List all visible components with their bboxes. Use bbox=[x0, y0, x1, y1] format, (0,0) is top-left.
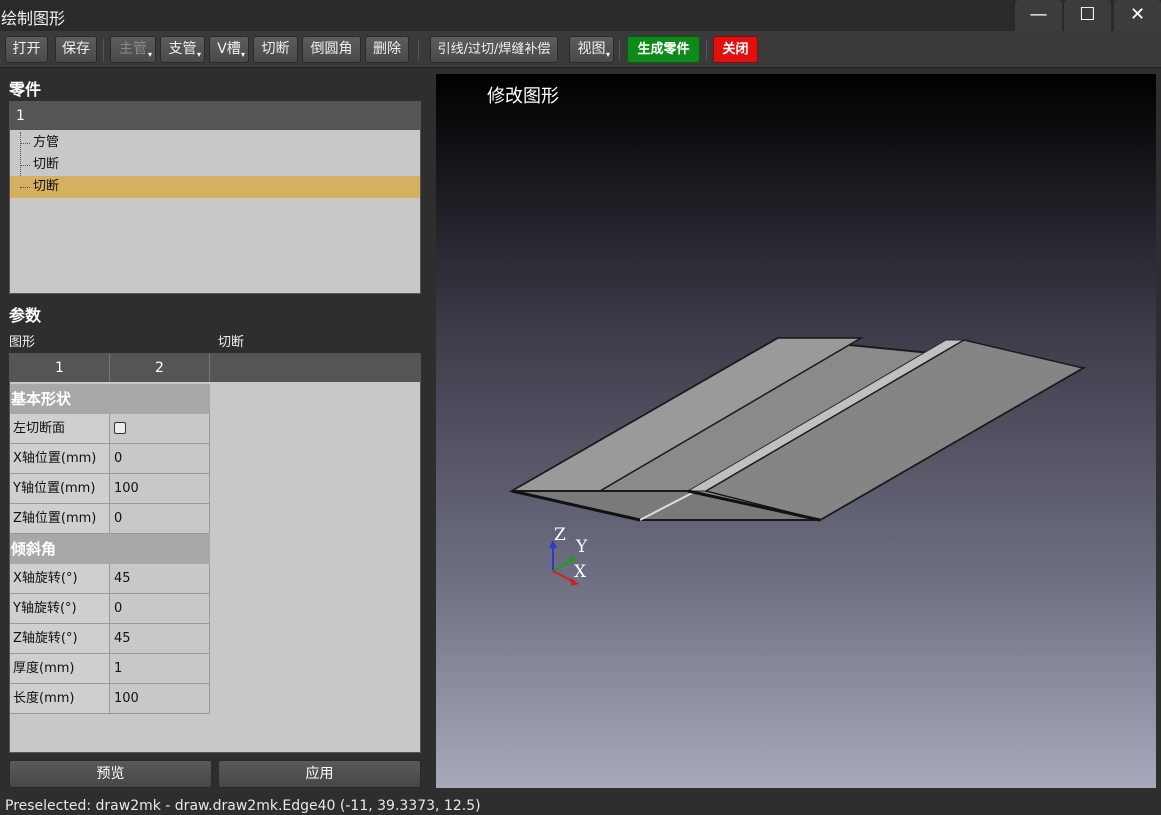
shape-value: 切断 bbox=[218, 335, 245, 350]
z-axis-label: Z bbox=[554, 525, 566, 545]
x-axis-line bbox=[552, 570, 575, 583]
param-row: 厚度(mm) 1 bbox=[10, 654, 210, 684]
close-window-button[interactable]: ✕ bbox=[1114, 0, 1161, 31]
param-key: Z轴位置(mm) bbox=[10, 504, 110, 534]
apply-button[interactable]: 应用 bbox=[218, 760, 421, 788]
toolbar-separator bbox=[103, 39, 104, 61]
param-key: Y轴旋转(°) bbox=[10, 594, 110, 624]
fillet-button[interactable]: 倒圆角 bbox=[302, 36, 361, 63]
model-canvas[interactable]: Z Y X bbox=[436, 74, 1156, 788]
tab-2[interactable]: 2 bbox=[110, 354, 210, 382]
group-tilt-angle[interactable]: 倾斜角 bbox=[10, 534, 210, 564]
param-value[interactable]: 0 bbox=[110, 444, 210, 474]
param-key: X轴旋转(°) bbox=[10, 564, 110, 594]
tab-1[interactable]: 1 bbox=[10, 354, 110, 382]
params-tabs: 1 2 bbox=[10, 354, 420, 382]
param-key: 厚度(mm) bbox=[10, 654, 110, 684]
branch-pipe-button[interactable]: 支管 ▾ bbox=[160, 36, 205, 63]
window-title: 绘制图形 bbox=[1, 9, 66, 28]
minimize-icon: — bbox=[1029, 4, 1048, 25]
param-value[interactable] bbox=[110, 414, 210, 444]
param-row: Z轴旋转(°) 45 bbox=[10, 624, 210, 654]
close-button[interactable]: 关闭 bbox=[713, 36, 758, 63]
maximize-icon: ☐ bbox=[1079, 4, 1096, 25]
param-row: X轴位置(mm) 0 bbox=[10, 444, 210, 474]
param-value[interactable]: 100 bbox=[110, 684, 210, 714]
view-button[interactable]: 视图 ▾ bbox=[569, 36, 614, 63]
generate-part-button[interactable]: 生成零件 bbox=[627, 36, 700, 63]
open-button[interactable]: 打开 bbox=[5, 36, 48, 63]
x-axis-label: X bbox=[574, 562, 587, 582]
param-row: 左切断面 bbox=[10, 414, 210, 444]
chevron-down-icon: ▾ bbox=[147, 50, 152, 59]
param-row: Z轴位置(mm) 0 bbox=[10, 504, 210, 534]
save-button[interactable]: 保存 bbox=[55, 36, 97, 63]
param-row: 长度(mm) 100 bbox=[10, 684, 210, 714]
param-key: Z轴旋转(°) bbox=[10, 624, 110, 654]
tree-item-label: 方管 bbox=[33, 135, 60, 150]
param-row: Y轴旋转(°) 0 bbox=[10, 594, 210, 624]
parts-tree: 1 方管 切断 切断 bbox=[9, 101, 421, 294]
tree-header[interactable]: 1 bbox=[10, 102, 420, 130]
tree-item-cut-2[interactable]: 切断 bbox=[10, 176, 420, 198]
param-value[interactable]: 1 bbox=[110, 654, 210, 684]
tree-item-label: 切断 bbox=[33, 179, 60, 194]
param-value[interactable]: 0 bbox=[110, 504, 210, 534]
cut-button[interactable]: 切断 bbox=[253, 36, 298, 63]
main-pipe-label: 主管 bbox=[119, 41, 147, 57]
tree-item-label: 切断 bbox=[33, 157, 60, 172]
view-label: 视图 bbox=[577, 41, 606, 57]
3d-viewport[interactable]: 修改图形 Z Y X bbox=[436, 74, 1156, 788]
chevron-down-icon: ▾ bbox=[196, 50, 201, 59]
toolbar-separator bbox=[619, 39, 620, 61]
param-key: Y轴位置(mm) bbox=[10, 474, 110, 504]
left-cut-face-checkbox[interactable] bbox=[114, 422, 126, 434]
param-row: X轴旋转(°) 45 bbox=[10, 564, 210, 594]
y-axis-label: Y bbox=[575, 537, 588, 557]
tree-item-cut-1[interactable]: 切断 bbox=[10, 154, 420, 176]
v-groove-button[interactable]: V槽 ▾ bbox=[209, 36, 249, 63]
preview-button[interactable]: 预览 bbox=[9, 760, 212, 788]
minimize-button[interactable]: — bbox=[1015, 0, 1062, 31]
maximize-button[interactable]: ☐ bbox=[1064, 0, 1111, 31]
axis-triad: Z Y X bbox=[549, 525, 588, 586]
lead-weld-compensation-button[interactable]: 引线/过切/焊缝补偿 bbox=[430, 36, 558, 63]
params-section-title: 参数 bbox=[9, 306, 42, 325]
main-pipe-button[interactable]: 主管 ▾ bbox=[110, 36, 156, 63]
branch-pipe-label: 支管 bbox=[168, 41, 197, 57]
param-row: Y轴位置(mm) 100 bbox=[10, 474, 210, 504]
toolbar-separator bbox=[418, 39, 419, 61]
title-bar: 绘制图形 — ☐ ✕ bbox=[0, 0, 1161, 31]
param-value[interactable]: 100 bbox=[110, 474, 210, 504]
parts-section-title: 零件 bbox=[9, 80, 42, 99]
group-basic-shape[interactable]: 基本形状 bbox=[10, 384, 210, 414]
shape-label: 图形 bbox=[9, 335, 36, 350]
toolbar-separator bbox=[706, 39, 707, 61]
chevron-down-icon: ▾ bbox=[605, 50, 610, 59]
v-groove-label: V槽 bbox=[217, 41, 241, 57]
param-value[interactable]: 45 bbox=[110, 624, 210, 654]
param-key: 长度(mm) bbox=[10, 684, 110, 714]
param-value[interactable]: 45 bbox=[110, 564, 210, 594]
param-key: 左切断面 bbox=[10, 414, 110, 444]
delete-button[interactable]: 删除 bbox=[365, 36, 409, 63]
close-icon: ✕ bbox=[1129, 4, 1146, 25]
params-table: 1 2 基本形状 左切断面 X轴位置(mm) 0 Y轴位置(mm) 100 Z轴… bbox=[9, 353, 421, 753]
tree-item-square-tube[interactable]: 方管 bbox=[10, 132, 420, 154]
y-axis-line bbox=[552, 559, 573, 572]
status-bar: Preselected: draw2mk - draw.draw2mk.Edge… bbox=[0, 795, 1161, 815]
param-value[interactable]: 0 bbox=[110, 594, 210, 624]
chevron-down-icon: ▾ bbox=[240, 50, 245, 59]
toolbar: 打开 保存 主管 ▾ 支管 ▾ V槽 ▾ 切断 倒圆角 删除 引线/过切/焊缝补… bbox=[0, 31, 1161, 68]
param-key: X轴位置(mm) bbox=[10, 444, 110, 474]
